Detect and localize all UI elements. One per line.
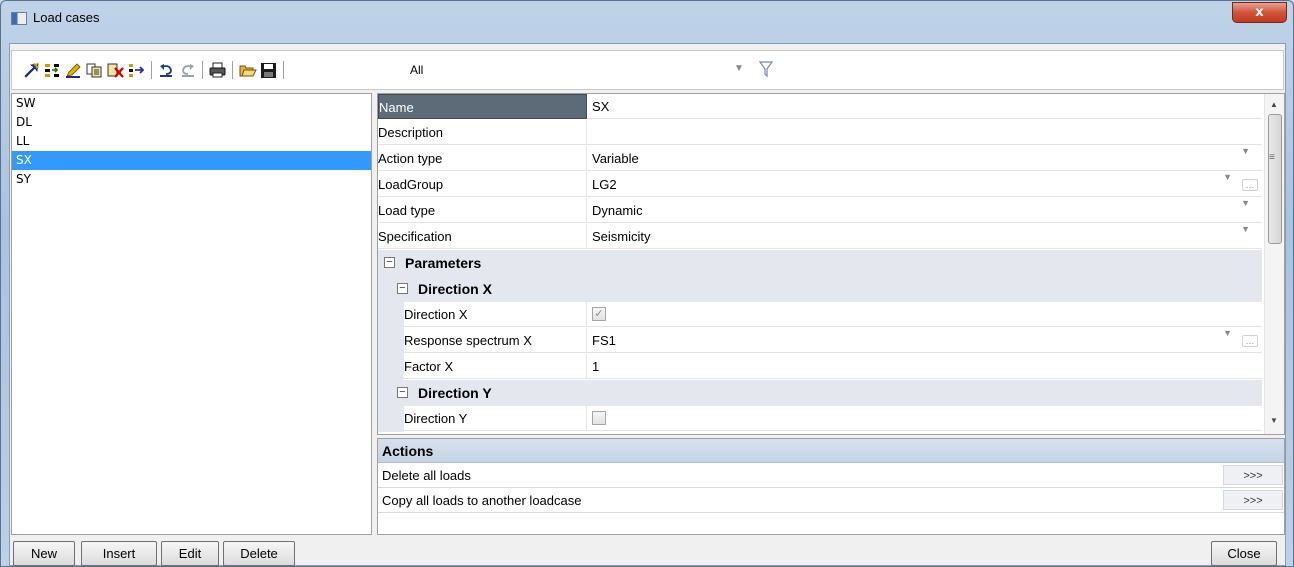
action-copy-all-loads[interactable]: Copy all loads to another loadcase >>> xyxy=(378,488,1284,513)
chevron-down-icon[interactable]: ▼ xyxy=(1241,146,1250,156)
toolbar-separator xyxy=(283,61,284,79)
window-close-button[interactable]: x xyxy=(1232,2,1287,23)
delete-button[interactable]: Delete xyxy=(223,541,295,566)
action-label: Delete all loads xyxy=(382,468,471,483)
client-area: All ▼ SW DL LL SX SY Name SX Description xyxy=(9,43,1286,566)
property-row-direction-x[interactable]: Direction X ✓ xyxy=(378,302,1262,328)
property-label: Name xyxy=(378,94,587,119)
property-label: Specification xyxy=(378,224,587,249)
list-item-selected[interactable]: SX xyxy=(12,151,371,170)
undo-icon[interactable] xyxy=(157,61,176,79)
chevron-down-icon[interactable]: ▼ xyxy=(1241,198,1250,208)
property-label: Load type xyxy=(378,198,587,223)
property-row-name[interactable]: Name SX xyxy=(378,94,1262,120)
chevron-down-icon[interactable]: ▼ xyxy=(1223,172,1232,182)
delete-icon[interactable] xyxy=(106,61,125,79)
open-icon[interactable] xyxy=(238,61,257,79)
group-title: Direction Y xyxy=(418,385,492,401)
direction-x-checkbox[interactable]: ✓ xyxy=(592,307,606,321)
property-grid: Name SX Description Action type Variable… xyxy=(377,93,1285,435)
scroll-up-icon[interactable]: ▲ xyxy=(1270,100,1278,109)
direction-y-group-header[interactable]: − Direction Y xyxy=(378,380,1262,406)
toolbar-separator xyxy=(151,61,152,79)
actions-header: Actions xyxy=(378,439,1284,463)
loadgroup-select[interactable]: LG2 xyxy=(587,172,1262,197)
save-icon[interactable] xyxy=(259,61,278,79)
button-bar: New Insert Edit Delete Close xyxy=(11,537,1284,566)
chevron-down-icon[interactable]: ▼ xyxy=(734,63,744,74)
property-scrollbar[interactable]: ▲ ≡ ▼ xyxy=(1264,94,1284,434)
group-title: Direction X xyxy=(418,281,492,297)
action-label: Copy all loads to another loadcase xyxy=(382,493,582,508)
name-field[interactable]: SX xyxy=(587,94,1262,119)
load-type-select[interactable]: Dynamic xyxy=(587,198,1262,223)
edit-icon[interactable] xyxy=(64,61,83,79)
action-run-button[interactable]: >>> xyxy=(1223,465,1283,485)
copy-icon[interactable] xyxy=(85,61,104,79)
property-label: Direction X xyxy=(404,302,587,327)
list-item[interactable]: SY xyxy=(12,170,371,189)
toolbar-separator xyxy=(232,61,233,79)
filter-icon[interactable] xyxy=(758,60,774,81)
title-bar: Load cases x xyxy=(1,1,1293,35)
property-label: Direction Y xyxy=(404,406,587,431)
specification-select[interactable]: Seismicity xyxy=(587,224,1262,249)
property-row-specification[interactable]: Specification Seismicity ▼ xyxy=(378,224,1262,250)
parameters-group-header[interactable]: − Parameters xyxy=(378,250,1262,276)
property-row-description[interactable]: Description xyxy=(378,120,1262,146)
action-type-select[interactable]: Variable xyxy=(587,146,1262,171)
edit-button[interactable]: Edit xyxy=(161,541,219,566)
factor-x-field[interactable]: 1 xyxy=(587,354,1262,379)
redo-icon[interactable] xyxy=(178,61,197,79)
load-case-list[interactable]: SW DL LL SX SY xyxy=(11,93,372,535)
property-label: Description xyxy=(378,120,587,145)
property-label: LoadGroup xyxy=(378,172,587,197)
new-button[interactable]: New xyxy=(13,541,75,566)
move-icon[interactable] xyxy=(127,61,146,79)
description-field[interactable] xyxy=(587,120,1262,145)
actions-panel: Actions Delete all loads >>> Copy all lo… xyxy=(377,438,1285,535)
property-label: Factor X xyxy=(404,354,587,379)
ellipsis-button[interactable]: … xyxy=(1242,335,1258,347)
property-row-load-type[interactable]: Load type Dynamic ▼ xyxy=(378,198,1262,224)
property-row-loadgroup[interactable]: LoadGroup LG2 ▼ … xyxy=(378,172,1262,198)
property-row-factor-x[interactable]: Factor X 1 xyxy=(378,354,1262,380)
property-label: Action type xyxy=(378,146,587,171)
action-run-button[interactable]: >>> xyxy=(1223,490,1283,510)
property-row-direction-y[interactable]: Direction Y xyxy=(378,406,1262,432)
ellipsis-button[interactable]: … xyxy=(1242,179,1258,191)
filter-select[interactable]: All xyxy=(410,63,423,77)
toolbar: All ▼ xyxy=(11,50,1284,90)
response-spectrum-x-select[interactable]: FS1 xyxy=(587,328,1262,353)
direction-x-group-header[interactable]: − Direction X xyxy=(378,276,1262,302)
property-row-response-spectrum-x[interactable]: Response spectrum X FS1 ▼ … xyxy=(378,328,1262,354)
collapse-icon[interactable]: − xyxy=(384,257,395,268)
direction-y-checkbox[interactable] xyxy=(592,411,606,425)
list-item[interactable]: SW xyxy=(12,94,371,113)
scrollbar-thumb[interactable] xyxy=(1268,114,1282,244)
chevron-down-icon[interactable]: ▼ xyxy=(1241,224,1250,234)
insert-button[interactable]: Insert xyxy=(81,541,157,566)
group-title: Parameters xyxy=(405,255,482,271)
load-cases-window: Load cases x All ▼ SW DL LL SX SY Name S… xyxy=(0,0,1294,567)
action-delete-all-loads[interactable]: Delete all loads >>> xyxy=(378,463,1284,488)
chevron-down-icon[interactable]: ▼ xyxy=(1223,328,1232,338)
property-row-action-type[interactable]: Action type Variable ▼ xyxy=(378,146,1262,172)
list-item[interactable]: DL xyxy=(12,113,371,132)
list-item[interactable]: LL xyxy=(12,132,371,151)
print-icon[interactable] xyxy=(208,61,227,79)
grip-icon: ≡ xyxy=(1269,152,1275,163)
scroll-down-icon[interactable]: ▼ xyxy=(1270,416,1278,425)
close-button[interactable]: Close xyxy=(1211,541,1277,566)
collapse-icon[interactable]: − xyxy=(397,283,408,294)
property-label: Response spectrum X xyxy=(404,328,587,353)
toolbar-separator xyxy=(202,61,203,79)
insert-icon[interactable] xyxy=(43,61,62,79)
window-icon xyxy=(11,12,27,25)
window-title: Load cases xyxy=(33,10,100,25)
new-icon[interactable] xyxy=(22,61,41,79)
collapse-icon[interactable]: − xyxy=(397,387,408,398)
